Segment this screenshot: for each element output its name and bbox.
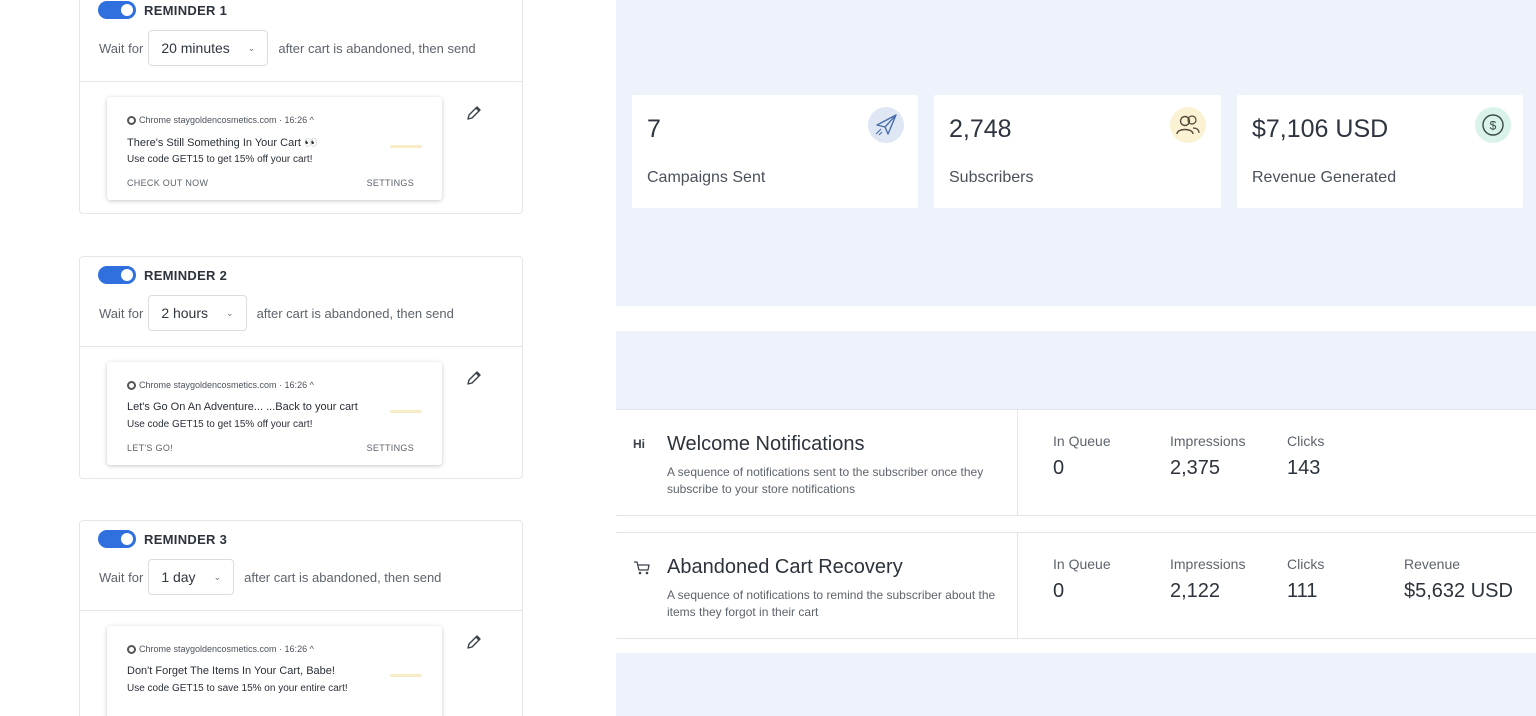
notification-source: Chrome staygoldencosmetics.com · 16:26 ^: [127, 380, 314, 390]
delay-select[interactable]: 20 minutes ⌄: [148, 30, 269, 66]
flow-row-abandoned-cart[interactable]: Abandoned Cart Recovery A sequence of no…: [616, 532, 1536, 639]
delay-value: 20 minutes: [161, 40, 230, 56]
reminder-card-3: REMINDER 3 Wait for 1 day ⌄ after cart i…: [79, 520, 523, 716]
users-icon: [1170, 107, 1206, 143]
welcome-icon: Hi: [633, 437, 645, 451]
metric-in-queue: In Queue 0: [1053, 556, 1111, 602]
divider: [1017, 533, 1018, 638]
notification-preview: Chrome staygoldencosmetics.com · 16:26 ^…: [107, 97, 442, 200]
stat-card-revenue: $7,106 USD Revenue Generated $: [1237, 95, 1523, 208]
reminder-body: Chrome staygoldencosmetics.com · 16:26 ^…: [80, 611, 522, 716]
notification-cta-button[interactable]: CHECK OUT NOW: [127, 178, 208, 188]
notification-title: There's Still Something In Your Cart 👀: [127, 137, 318, 149]
delay-select[interactable]: 2 hours ⌄: [148, 295, 247, 331]
notification-text: Use code GET15 to get 15% off your cart!: [127, 154, 313, 165]
metric-clicks: Clicks 111: [1287, 556, 1325, 602]
flow-row-welcome[interactable]: Hi Welcome Notifications A sequence of n…: [616, 409, 1536, 516]
wait-label: Wait for: [99, 305, 144, 321]
pencil-icon[interactable]: [465, 633, 483, 651]
flow-title: Welcome Notifications: [667, 433, 865, 455]
notification-title: Let's Go On An Adventure... ...Back to y…: [127, 401, 358, 413]
notification-title: Don't Forget The Items In Your Cart, Bab…: [127, 665, 335, 677]
flows-panel-footer: [616, 653, 1536, 716]
notification-preview: Chrome staygoldencosmetics.com · 16:26 ^…: [107, 362, 442, 465]
reminder-body: Chrome staygoldencosmetics.com · 16:26 ^…: [80, 347, 522, 478]
notification-image-placeholder: [390, 674, 422, 677]
stat-card-subscribers: 2,748 Subscribers: [934, 95, 1221, 208]
wait-row: Wait for 2 hours ⌄ after cart is abandon…: [99, 295, 454, 331]
notification-preview: Chrome staygoldencosmetics.com · 16:26 ^…: [107, 626, 442, 716]
notification-source: Chrome staygoldencosmetics.com · 16:26 ^: [127, 644, 314, 654]
metric-clicks: Clicks 143: [1287, 433, 1325, 479]
notification-image-placeholder: [390, 410, 422, 413]
reminder-header: REMINDER 1 Wait for 20 minutes ⌄ after c…: [80, 0, 522, 82]
notification-settings-button[interactable]: SETTINGS: [367, 178, 414, 188]
reminder-card-1: REMINDER 1 Wait for 20 minutes ⌄ after c…: [79, 0, 523, 214]
paper-plane-icon: [868, 107, 904, 143]
notification-source: Chrome staygoldencosmetics.com · 16:26 ^: [127, 115, 314, 125]
stat-label: Campaigns Sent: [647, 169, 766, 186]
svg-text:$: $: [1490, 119, 1497, 133]
notification-text: Use code GET15 to get 15% off your cart!: [127, 419, 313, 430]
flows-panel-header: [616, 331, 1536, 409]
stat-label: Subscribers: [949, 169, 1034, 186]
metric-impressions: Impressions 2,122: [1170, 556, 1246, 602]
chevron-down-icon: ⌄: [226, 307, 234, 318]
delay-value: 2 hours: [161, 305, 209, 321]
reminder-title: REMINDER 3: [144, 532, 228, 547]
flow-description: A sequence of notifications to remind th…: [667, 588, 996, 619]
reminder-title: REMINDER 2: [144, 268, 228, 283]
flow-title: Abandoned Cart Recovery: [667, 556, 903, 578]
notification-settings-button[interactable]: SETTINGS: [367, 443, 414, 453]
divider: [1017, 410, 1018, 515]
notification-image-placeholder: [390, 145, 422, 148]
reminder-header: REMINDER 2 Wait for 2 hours ⌄ after cart…: [80, 257, 522, 347]
wait-label: Wait for: [99, 569, 144, 585]
pencil-icon[interactable]: [465, 104, 483, 122]
dollar-icon: $: [1475, 107, 1511, 143]
chrome-icon: [127, 380, 136, 390]
wait-row: Wait for 20 minutes ⌄ after cart is aban…: [99, 30, 476, 66]
metric-impressions: Impressions 2,375: [1170, 433, 1246, 479]
notification-text: Use code GET15 to save 15% on your entir…: [127, 683, 348, 694]
reminder-toggle[interactable]: [98, 1, 136, 19]
chevron-down-icon: ⌄: [247, 42, 256, 53]
notification-cta-button[interactable]: LET'S GO!: [127, 443, 173, 453]
flow-description: A sequence of notifications sent to the …: [667, 465, 984, 496]
metric-revenue: Revenue $5,632 USD: [1404, 556, 1513, 602]
after-text: after cart is abandoned, then send: [256, 305, 454, 321]
pencil-icon[interactable]: [465, 369, 483, 387]
reminder-toggle[interactable]: [98, 266, 136, 284]
wait-label: Wait for: [99, 40, 144, 56]
after-text: after cart is abandoned, then send: [244, 569, 442, 585]
reminder-title: REMINDER 1: [144, 3, 228, 18]
stat-value: 7: [647, 115, 661, 143]
chevron-down-icon: ⌄: [213, 571, 222, 582]
delay-select[interactable]: 1 day ⌄: [148, 559, 235, 595]
stat-label: Revenue Generated: [1252, 169, 1397, 186]
after-text: after cart is abandoned, then send: [278, 40, 476, 56]
wait-row: Wait for 1 day ⌄ after cart is abandoned…: [99, 559, 441, 595]
stat-card-campaigns: 7 Campaigns Sent: [632, 95, 918, 208]
metric-in-queue: In Queue 0: [1053, 433, 1111, 479]
reminder-header: REMINDER 3 Wait for 1 day ⌄ after cart i…: [80, 521, 522, 611]
chrome-icon: [127, 115, 136, 125]
reminder-card-2: REMINDER 2 Wait for 2 hours ⌄ after cart…: [79, 256, 523, 479]
cart-icon: [633, 560, 651, 579]
stat-value: 2,748: [949, 115, 1012, 143]
reminder-body: Chrome staygoldencosmetics.com · 16:26 ^…: [80, 82, 522, 213]
chrome-icon: [127, 644, 136, 654]
stat-value: $7,106 USD: [1252, 115, 1389, 143]
delay-value: 1 day: [161, 569, 196, 585]
reminder-toggle[interactable]: [98, 530, 136, 548]
